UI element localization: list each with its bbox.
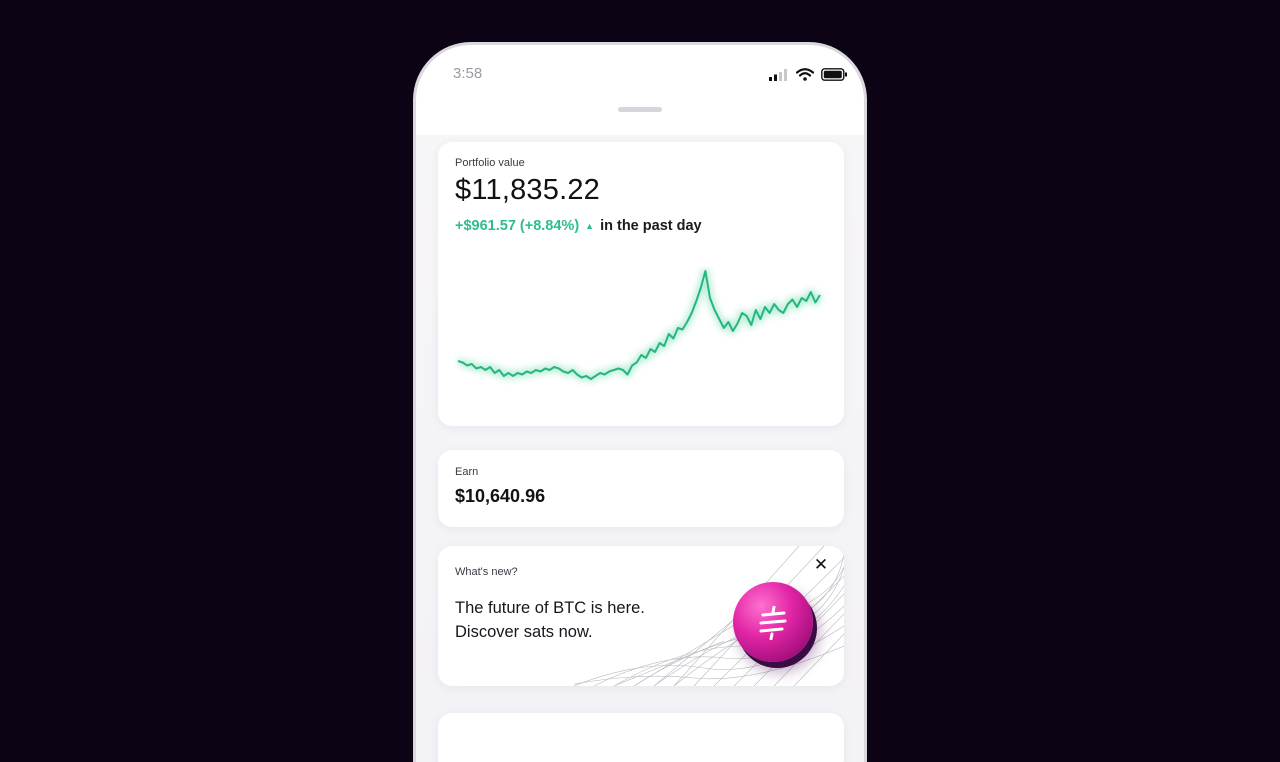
portfolio-change-amount: +$961.57 (+8.84%) [455, 218, 580, 234]
sats-symbol-icon [759, 606, 787, 640]
portfolio-card[interactable]: Portfolio value $11,835.22 +$961.57 (+8.… [438, 142, 844, 426]
next-card[interactable] [438, 713, 844, 762]
earn-value: $10,640.96 [455, 486, 546, 506]
earn-card[interactable]: Earn $10,640.96 [438, 450, 844, 527]
signal-icon [769, 68, 789, 86]
portfolio-value: $11,835.22 [455, 174, 600, 206]
status-icons [769, 68, 848, 86]
portfolio-line-chart[interactable] [454, 267, 828, 387]
whats-new-card[interactable]: What's new? The future of BTC is here. D… [438, 546, 844, 686]
phone-frame: 3:58 Portfolio value $11,835.22 +$961.57… [413, 42, 867, 762]
up-arrow-icon: ▲ [585, 221, 595, 231]
wifi-icon [795, 68, 815, 86]
chart-line-glow [456, 267, 823, 383]
sats-coin-icon [733, 582, 813, 662]
status-time: 3:58 [453, 65, 483, 82]
close-icon: ✕ [813, 555, 829, 574]
portfolio-change-row: +$961.57 (+8.84%) ▲ in the past day [455, 218, 702, 234]
portfolio-change-period: in the past day [600, 218, 702, 234]
sheet-grabber[interactable] [618, 107, 662, 112]
earn-label: Earn [455, 466, 479, 478]
portfolio-label: Portfolio value [455, 157, 525, 169]
whats-new-label: What's new? [455, 566, 518, 578]
battery-icon [821, 68, 848, 86]
close-button[interactable]: ✕ [812, 555, 830, 574]
